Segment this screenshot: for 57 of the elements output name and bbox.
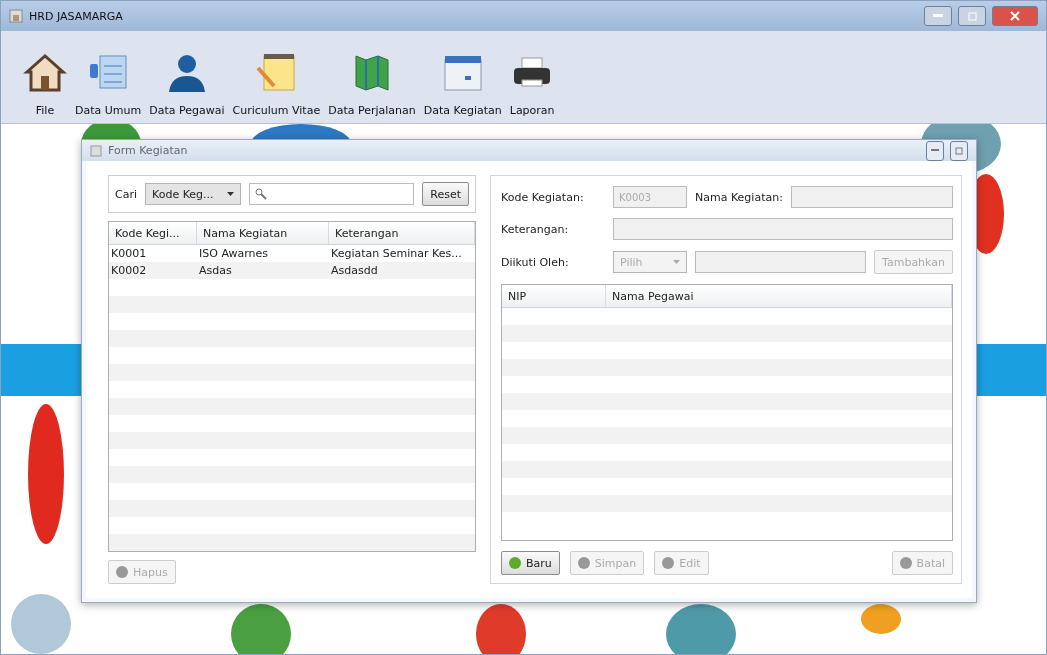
- table-cell-text: Asdasdd: [330, 263, 379, 279]
- field-label: Diikuti Oleh:: [501, 255, 570, 269]
- search-field[interactable]: [249, 183, 415, 205]
- column-header[interactable]: NIP: [502, 285, 606, 307]
- table-cell-text: Kegiatan Seminar Kes...: [330, 246, 463, 262]
- toolbar-button[interactable]: Data Perjalanan: [326, 50, 418, 117]
- participant-field[interactable]: [695, 251, 867, 273]
- caret-icon: [673, 260, 680, 264]
- wallpaper-blob: [476, 604, 526, 654]
- search-icon: [255, 188, 267, 200]
- column-header[interactable]: Keterangan: [329, 222, 475, 244]
- field-label: Nama Kegiatan:: [695, 190, 783, 204]
- wallpaper-blob: [11, 594, 71, 654]
- status-icon: [509, 557, 521, 569]
- minimize-button[interactable]: [926, 140, 944, 161]
- window-title: HRD JASAMARGA: [29, 9, 123, 23]
- app-icon: [9, 9, 23, 23]
- search-label: Cari: [115, 187, 137, 201]
- minimize-button[interactable]: [924, 6, 952, 26]
- window-title: Form Kegiatan: [108, 144, 188, 157]
- column-header[interactable]: Nama Pegawai: [606, 285, 952, 307]
- field-label: Keterangan:: [501, 222, 570, 236]
- wallpaper-blob: [861, 604, 901, 634]
- status-icon: [899, 557, 912, 569]
- filter-dropdown[interactable]: Kode Keg...: [145, 183, 241, 205]
- status-icon: [116, 566, 128, 578]
- caret-icon: [227, 192, 234, 196]
- window-icon: [90, 144, 102, 157]
- toolbar-button[interactable]: Data Umum: [73, 50, 144, 117]
- name-field[interactable]: [790, 186, 953, 208]
- status-icon: [577, 557, 590, 569]
- table-cell-text: ISO Awarnes: [198, 246, 269, 262]
- description-field[interactable]: [613, 218, 953, 240]
- maximize-button[interactable]: [958, 6, 986, 26]
- minimize-icon: [933, 14, 943, 18]
- column-header[interactable]: Nama Kegiatan: [197, 222, 329, 244]
- toolbar-button[interactable]: Curiculum Vitae: [230, 50, 323, 117]
- minimize-icon: [931, 149, 939, 152]
- status-icon: [662, 557, 675, 569]
- column-header[interactable]: Kode Kegi...: [109, 222, 197, 244]
- maximize-icon: [955, 146, 963, 155]
- maximize-icon: [967, 11, 977, 21]
- field-label: Kode Kegiatan:: [501, 190, 585, 204]
- toolbar-button[interactable]: File: [21, 50, 69, 117]
- table-cell-text: K0002: [110, 263, 148, 279]
- reset-button[interactable]: Reset: [422, 182, 469, 206]
- maximize-button[interactable]: [950, 140, 968, 161]
- wallpaper-blob: [231, 604, 291, 654]
- wallpaper-blob: [666, 604, 736, 654]
- table-cell-text: K0001: [110, 246, 148, 262]
- table-cell-text: Asdas: [198, 263, 233, 279]
- close-button[interactable]: [992, 6, 1038, 26]
- toolbar-button[interactable]: Data Pegawai: [147, 50, 227, 117]
- action-button[interactable]: Baru: [501, 551, 560, 575]
- toolbar-button[interactable]: Data Kegiatan: [421, 50, 504, 117]
- close-icon: [1010, 11, 1020, 21]
- toolbar-button[interactable]: Laporan: [507, 50, 557, 117]
